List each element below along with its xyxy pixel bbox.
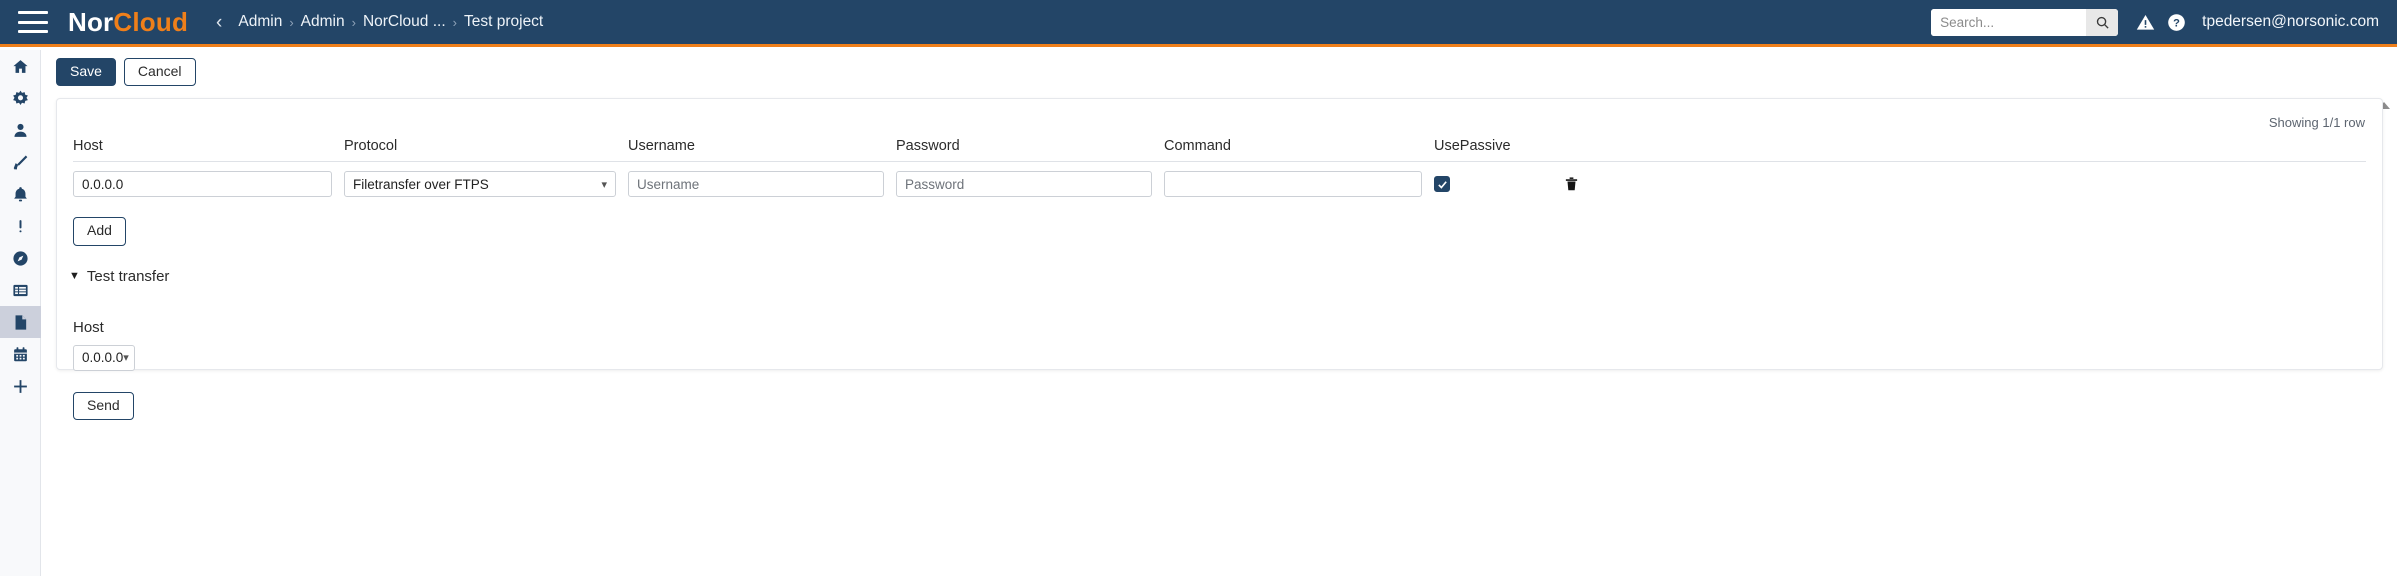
person-icon: [14, 123, 27, 137]
compass-icon: [13, 250, 28, 266]
test-transfer-title: Test transfer: [86, 267, 170, 285]
action-button-bar: Save Cancel: [41, 50, 2397, 87]
main-content-area: Save Cancel Showing 1/1 row Host Protoco…: [41, 50, 2397, 576]
breadcrumb-separator: ›: [289, 14, 294, 30]
hamburger-icon[interactable]: [18, 11, 48, 33]
list-icon: [13, 284, 28, 296]
test-transfer-section-toggle[interactable]: ▼ Test transfer: [69, 268, 2382, 285]
sidebar-item-documents[interactable]: [0, 306, 41, 338]
check-icon: [1437, 181, 1447, 189]
gear-icon: [13, 90, 28, 105]
logo-text-nor: Nor: [68, 6, 114, 37]
header-right-group: ? tpedersen@norsonic.com: [1931, 8, 2397, 36]
add-button[interactable]: Add: [73, 217, 126, 246]
usepassive-cell: [1434, 176, 1564, 193]
row-count-label: Showing 1/1 row: [2268, 115, 2365, 131]
search-input[interactable]: [1931, 8, 2087, 36]
sidebar-item-settings[interactable]: [0, 82, 41, 114]
column-header-command: Command: [1164, 138, 1231, 155]
delete-row-button[interactable]: [1564, 176, 1684, 192]
sidebar-item-user[interactable]: [0, 114, 41, 146]
document-icon: [15, 314, 27, 330]
breadcrumb: Admin › Admin › NorCloud ... › Test proj…: [238, 13, 543, 31]
column-header-password: Password: [896, 138, 960, 155]
protocol-cell: Filetransfer over FTPS ▾: [344, 171, 616, 198]
sidebar-item-home[interactable]: [0, 50, 41, 82]
chevron-down-icon: ▾: [601, 178, 607, 191]
host-cell: [73, 171, 332, 198]
breadcrumb-separator: ›: [351, 14, 356, 30]
bell-icon: [14, 186, 27, 201]
column-header-protocol: Protocol: [344, 138, 398, 155]
protocol-select-value: Filetransfer over FTPS: [353, 176, 489, 192]
save-button[interactable]: Save: [56, 58, 116, 87]
back-chevron-icon[interactable]: ‹: [216, 13, 222, 32]
command-cell: [1164, 171, 1422, 198]
breadcrumb-separator: ›: [452, 14, 457, 30]
svg-text:?: ?: [2173, 17, 2180, 29]
column-header-username: Username: [628, 138, 695, 155]
send-button[interactable]: Send: [73, 391, 134, 421]
left-sidebar: [0, 50, 41, 576]
username-input[interactable]: [628, 171, 884, 198]
app-logo[interactable]: NorCloud: [68, 7, 188, 38]
search-box: [1931, 8, 2119, 36]
sidebar-item-notifications[interactable]: [0, 178, 41, 210]
breadcrumb-item-2[interactable]: NorCloud ...: [363, 13, 446, 31]
top-header-bar: NorCloud ‹ Admin › Admin › NorCloud ... …: [0, 0, 2397, 47]
send-container: Send: [73, 391, 134, 421]
password-input[interactable]: [896, 171, 1152, 198]
test-transfer-host-label: Host: [73, 318, 104, 336]
home-icon: [13, 59, 28, 73]
breadcrumb-item-3[interactable]: Test project: [464, 13, 543, 31]
search-button[interactable]: [2086, 8, 2119, 36]
table-row: Filetransfer over FTPS ▾: [73, 162, 2366, 198]
calendar-icon: [14, 346, 27, 361]
test-transfer-host-value: 0.0.0.0: [82, 350, 124, 366]
ftp-settings-panel: Showing 1/1 row Host Protocol Username P…: [56, 98, 2383, 421]
sidebar-item-calendar[interactable]: [0, 338, 41, 370]
protocol-select[interactable]: Filetransfer over FTPS ▾: [344, 171, 616, 198]
cancel-button[interactable]: Cancel: [123, 58, 196, 87]
sidebar-item-list[interactable]: [0, 274, 41, 306]
column-header-host: Host: [73, 138, 103, 155]
add-row-container: Add: [73, 217, 126, 246]
sidebar-item-explore[interactable]: [0, 242, 41, 274]
triangle-down-icon: ▼: [69, 270, 80, 283]
sidebar-item-alerts[interactable]: [0, 210, 41, 242]
usepassive-checkbox[interactable]: [1434, 176, 1450, 193]
command-input[interactable]: [1164, 171, 1422, 198]
logo-text-cloud: Cloud: [113, 6, 189, 37]
plus-icon: [14, 379, 27, 393]
sidebar-item-add[interactable]: [0, 370, 41, 402]
column-header-usepassive: UsePassive: [1434, 138, 1511, 155]
hosts-table: Host Protocol Username Password Command …: [73, 138, 2366, 198]
user-email-label[interactable]: tpedersen@norsonic.com: [2202, 13, 2379, 31]
password-cell: [896, 171, 1152, 198]
trash-icon: [1565, 177, 1578, 191]
chevron-down-icon: ▾: [123, 352, 129, 365]
warning-triangle-icon[interactable]: [2136, 13, 2155, 32]
search-icon: [2096, 16, 2109, 29]
row-actions-cell: [1564, 176, 1684, 192]
help-circle-icon[interactable]: ?: [2167, 13, 2186, 32]
microphone-icon: [13, 155, 28, 169]
sidebar-item-microphone[interactable]: [0, 146, 41, 178]
test-transfer-host-select[interactable]: 0.0.0.0 ▾: [73, 344, 135, 371]
username-cell: [628, 171, 884, 198]
exclamation-icon: [19, 219, 22, 232]
breadcrumb-item-1[interactable]: Admin: [301, 13, 345, 31]
table-header-row: Host Protocol Username Password Command …: [73, 138, 2366, 163]
host-input[interactable]: [73, 171, 332, 198]
breadcrumb-item-0[interactable]: Admin: [238, 13, 282, 31]
